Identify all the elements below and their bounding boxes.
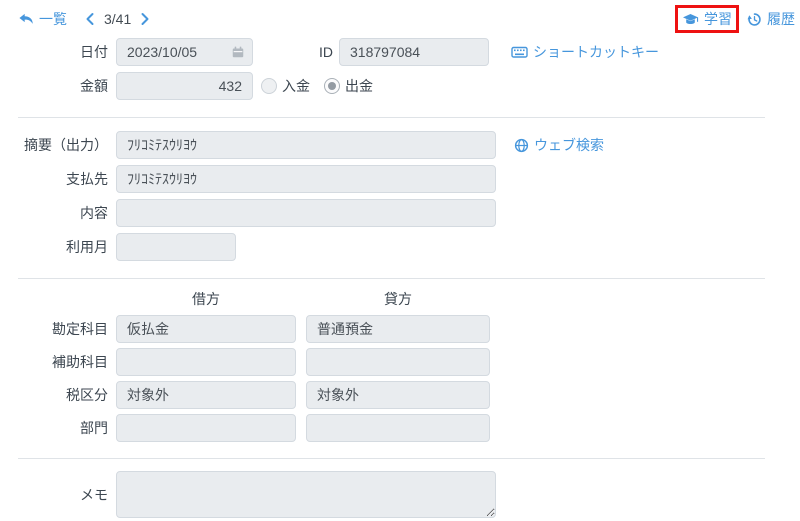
- credit-header: 貸方: [306, 289, 490, 309]
- date-field-wrap: [116, 38, 253, 66]
- prev-record-button[interactable]: [85, 12, 95, 26]
- content-label: 内容: [18, 203, 108, 223]
- section-divider: [18, 278, 765, 279]
- department-debit-input[interactable]: [116, 414, 296, 442]
- department-row: 部門: [18, 414, 795, 442]
- sub-account-debit-input[interactable]: [116, 348, 296, 376]
- payee-row: 支払先: [18, 165, 795, 193]
- id-input[interactable]: [339, 38, 489, 66]
- learn-link[interactable]: 学習: [682, 9, 732, 29]
- tax-category-debit-input[interactable]: [116, 381, 296, 409]
- back-to-list-label: 一覧: [39, 9, 67, 29]
- next-record-button[interactable]: [140, 12, 150, 26]
- reply-icon: [18, 12, 34, 27]
- memo-row: メモ: [18, 471, 795, 518]
- sub-account-credit-input[interactable]: [306, 348, 490, 376]
- usage-month-label: 利用月: [18, 237, 108, 257]
- web-search-label: ウェブ検索: [534, 135, 604, 155]
- keyboard-icon: [511, 45, 528, 59]
- globe-icon: [514, 138, 529, 153]
- usage-month-row: 利用月: [18, 233, 795, 261]
- usage-month-input[interactable]: [116, 233, 236, 261]
- web-search-link[interactable]: ウェブ検索: [514, 135, 604, 155]
- learn-highlight-box: 学習: [675, 5, 739, 33]
- record-position: 3/41: [104, 11, 131, 27]
- chevron-left-icon: [85, 12, 95, 26]
- radio-deposit-circle: [261, 78, 277, 94]
- radio-withdrawal[interactable]: 出金: [324, 76, 373, 96]
- calendar-icon[interactable]: [231, 45, 245, 59]
- account-debit-input[interactable]: [116, 315, 296, 343]
- radio-withdrawal-circle: [324, 78, 340, 94]
- account-credit-input[interactable]: [306, 315, 490, 343]
- tax-category-label: 税区分: [18, 385, 108, 405]
- payee-input[interactable]: [116, 165, 496, 193]
- shortcut-keys-label: ショートカットキー: [533, 42, 659, 62]
- record-pager: 3/41: [85, 11, 150, 27]
- history-link[interactable]: 履歴: [747, 9, 795, 29]
- department-label: 部門: [18, 418, 108, 438]
- summary-label: 摘要（出力）: [18, 135, 108, 155]
- tax-category-credit-input[interactable]: [306, 381, 490, 409]
- memo-textarea[interactable]: [116, 471, 496, 518]
- payee-label: 支払先: [18, 169, 108, 189]
- radio-withdrawal-label: 出金: [345, 76, 373, 96]
- toolbar-right: 学習 履歴: [675, 5, 795, 33]
- learn-label: 学習: [704, 9, 732, 29]
- shortcut-keys-link[interactable]: ショートカットキー: [511, 42, 659, 62]
- history-icon: [747, 12, 762, 27]
- content-input[interactable]: [116, 199, 496, 227]
- amount-row: 金額 入金 出金: [18, 72, 795, 100]
- journal-headers: 借方 貸方: [18, 289, 795, 309]
- id-label: ID: [319, 44, 333, 60]
- sub-account-row: 補助科目: [18, 348, 795, 376]
- sub-account-label: 補助科目: [18, 352, 108, 372]
- date-id-row: 日付 ID: [18, 38, 795, 66]
- toolbar-left: 一覧 3/41: [18, 9, 150, 29]
- content-row: 内容: [18, 199, 795, 227]
- account-row: 勘定科目: [18, 315, 795, 343]
- transaction-detail-page: 一覧 3/41: [0, 0, 800, 518]
- summary-row: 摘要（出力） ウェブ検索: [18, 131, 795, 159]
- radio-deposit-label: 入金: [282, 76, 310, 96]
- radio-deposit[interactable]: 入金: [261, 76, 310, 96]
- amount-label: 金額: [18, 76, 108, 96]
- date-label: 日付: [18, 42, 108, 62]
- debit-header: 借方: [116, 289, 296, 309]
- section-divider: [18, 458, 765, 459]
- account-label: 勘定科目: [18, 319, 108, 339]
- toolbar: 一覧 3/41: [18, 8, 795, 30]
- department-credit-input[interactable]: [306, 414, 490, 442]
- deposit-withdrawal-radio-group: 入金 出金: [261, 76, 373, 96]
- amount-input[interactable]: [116, 72, 253, 100]
- section-divider: [18, 117, 765, 118]
- memo-label: メモ: [18, 485, 108, 505]
- tax-category-row: 税区分: [18, 381, 795, 409]
- chevron-right-icon: [140, 12, 150, 26]
- back-to-list-link[interactable]: 一覧: [18, 9, 67, 29]
- summary-input[interactable]: [116, 131, 496, 159]
- history-label: 履歴: [767, 9, 795, 29]
- graduation-cap-icon: [682, 12, 699, 27]
